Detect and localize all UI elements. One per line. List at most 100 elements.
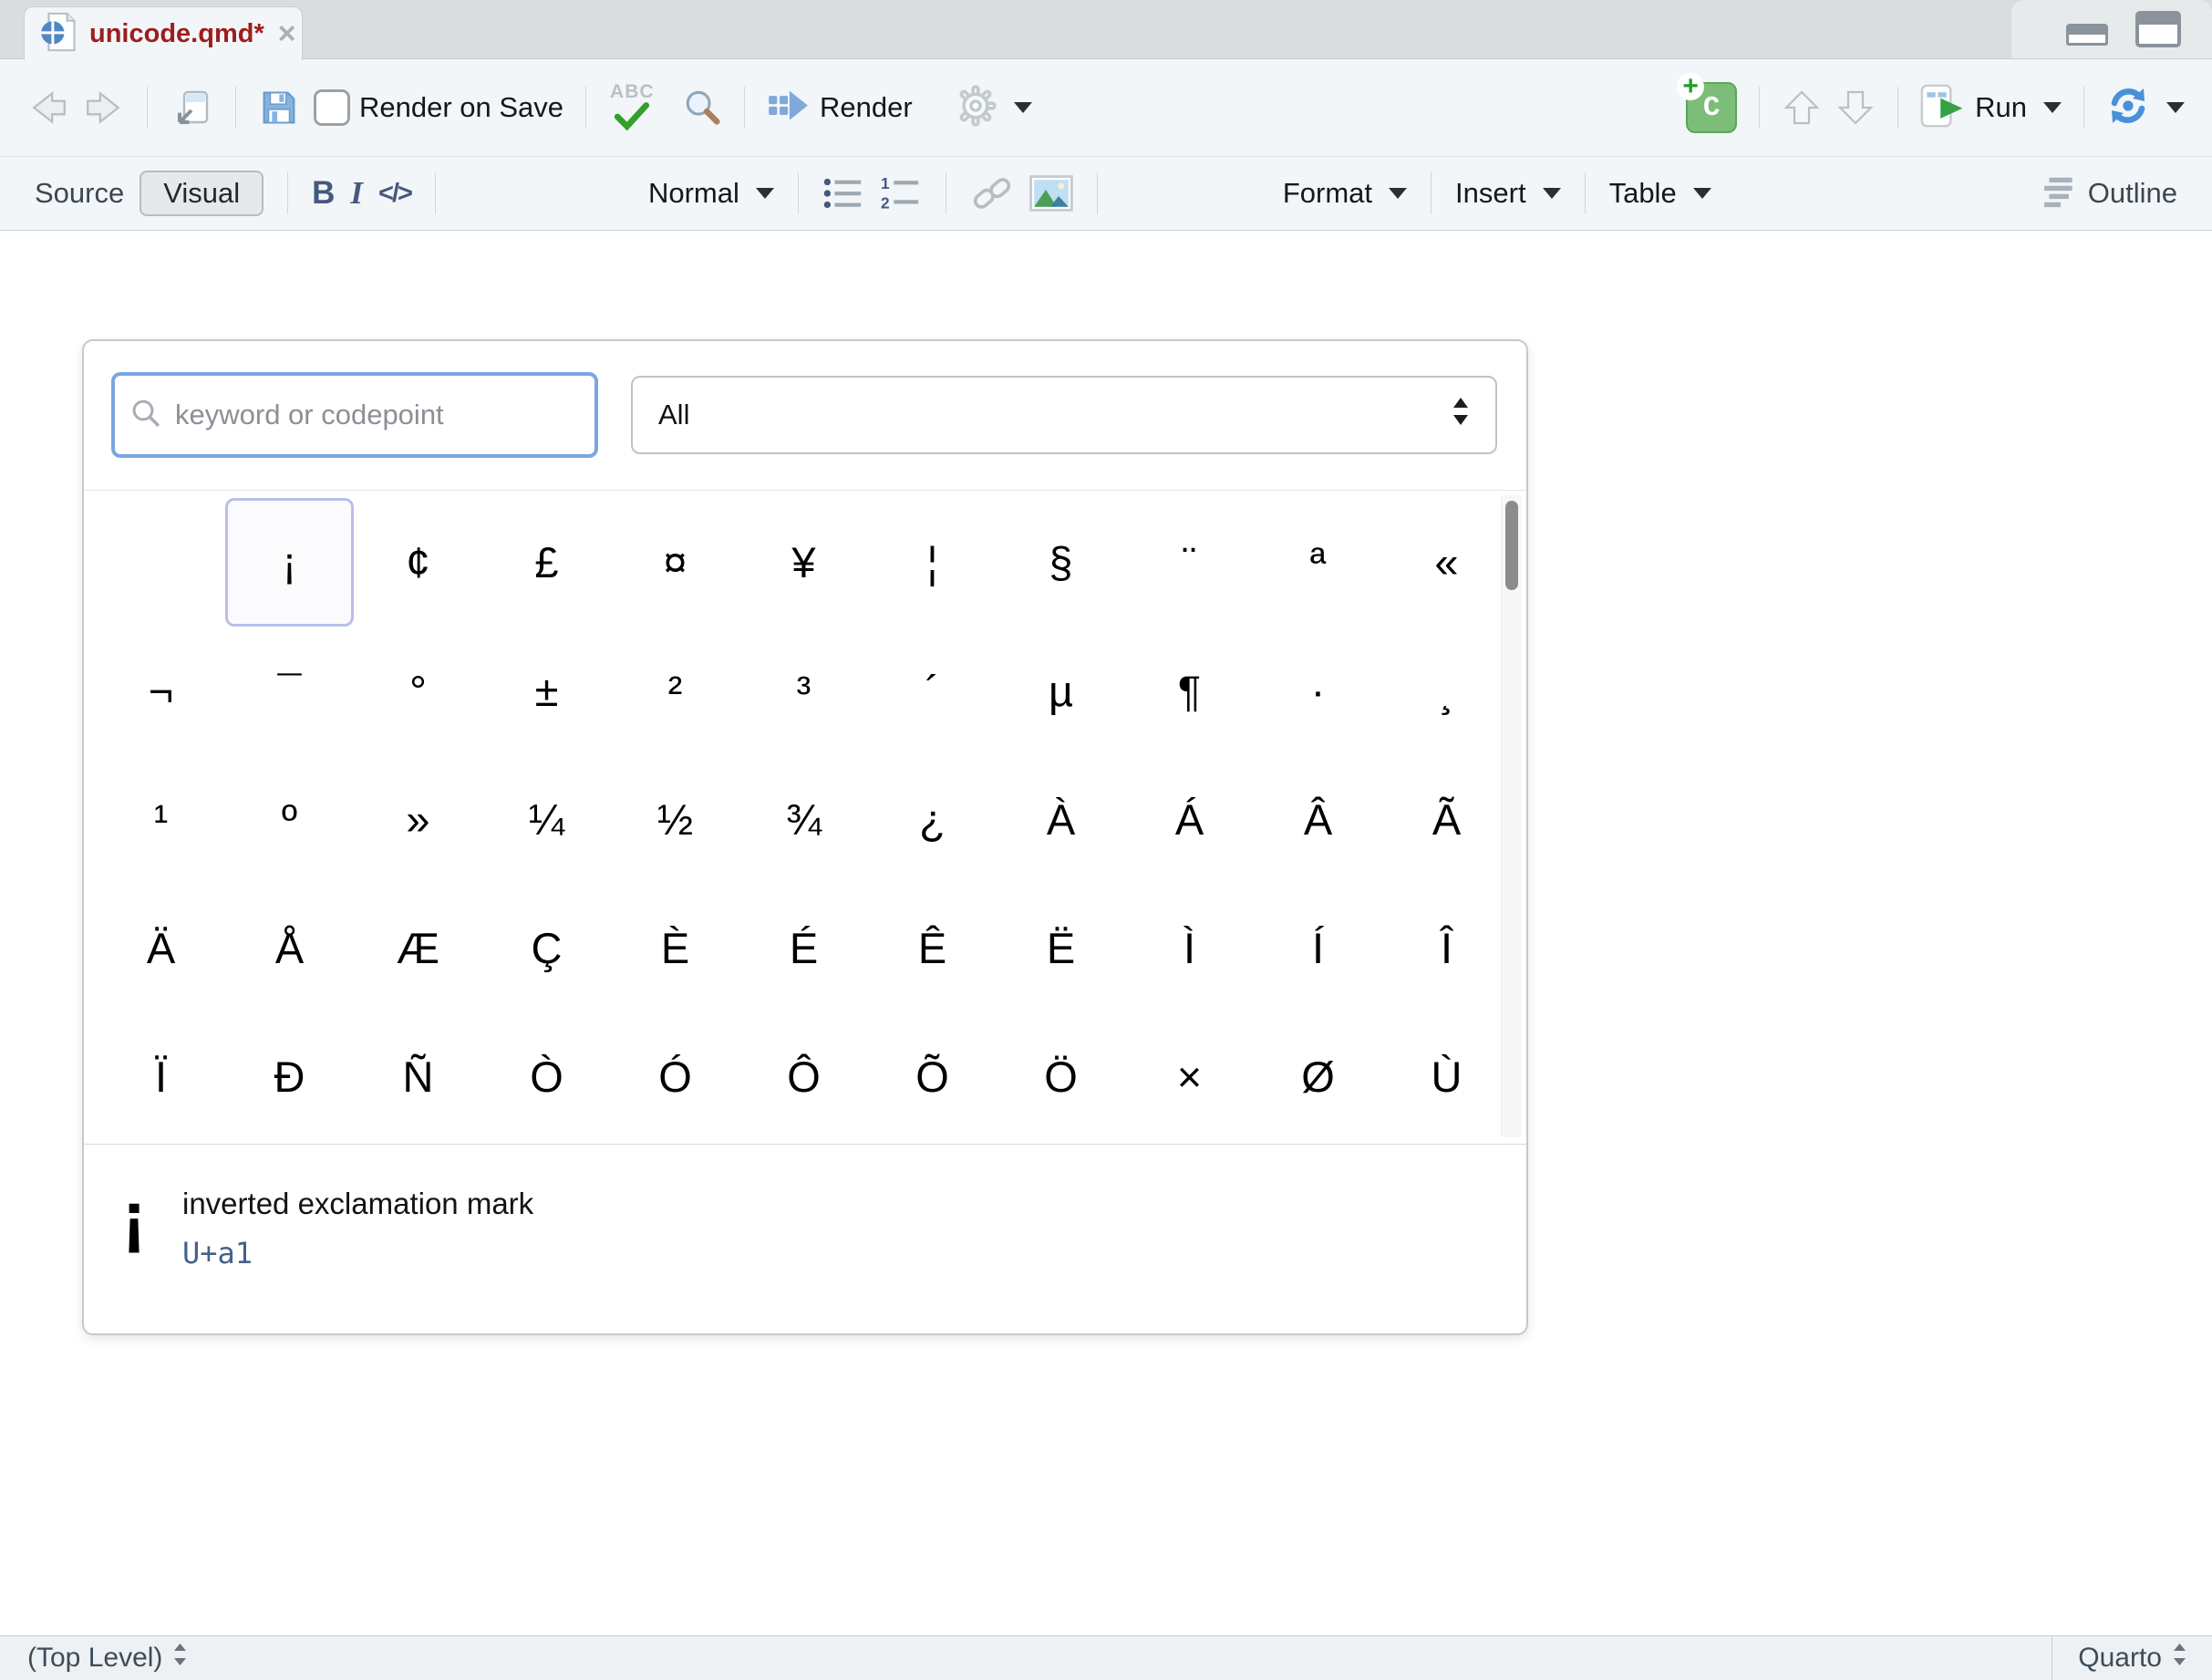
symbol-cell[interactable]: ¾ bbox=[739, 755, 868, 884]
symbol-cell[interactable]: » bbox=[354, 755, 482, 884]
symbol-cell[interactable]: ¶ bbox=[1125, 627, 1254, 755]
preview-codepoint: U+a1 bbox=[182, 1236, 253, 1270]
outline-scope-selector[interactable]: (Top Level) bbox=[0, 1643, 2052, 1674]
numbered-list-icon[interactable]: 1 2 bbox=[880, 174, 922, 213]
symbol-cell[interactable]: Ñ bbox=[354, 1012, 482, 1141]
symbol-cell[interactable]: ¢ bbox=[354, 498, 482, 627]
symbol-cell[interactable]: ° bbox=[354, 627, 482, 755]
symbol-cell[interactable]: ¼ bbox=[482, 755, 611, 884]
bullet-list-icon[interactable] bbox=[822, 174, 864, 213]
symbol-search-field[interactable] bbox=[111, 372, 598, 458]
symbol-cell[interactable]: Ï bbox=[97, 1012, 225, 1141]
editor-tab[interactable]: unicode.qmd* × bbox=[24, 6, 303, 60]
source-mode-button[interactable]: Source bbox=[35, 177, 124, 210]
symbol-cell[interactable]: × bbox=[1125, 1012, 1254, 1141]
paragraph-style-dropdown[interactable]: Normal bbox=[648, 177, 774, 210]
symbol-cell[interactable]: Ã bbox=[1382, 755, 1511, 884]
symbol-cell[interactable]: Ø bbox=[1254, 1012, 1382, 1141]
format-menu[interactable]: Format bbox=[1283, 177, 1407, 210]
table-menu[interactable]: Table bbox=[1609, 177, 1711, 210]
symbol-cell[interactable]: Í bbox=[1254, 884, 1382, 1012]
symbol-cell[interactable]: Õ bbox=[868, 1012, 997, 1141]
image-icon[interactable] bbox=[1029, 174, 1073, 213]
italic-button[interactable]: I bbox=[350, 175, 363, 212]
symbol-cell[interactable]: Ó bbox=[611, 1012, 739, 1141]
symbol-cell[interactable]: Å bbox=[225, 884, 354, 1012]
symbol-cell[interactable]: À bbox=[997, 755, 1125, 884]
minimize-pane-icon[interactable] bbox=[2066, 24, 2108, 47]
symbol-cell[interactable]: · bbox=[1254, 627, 1382, 755]
symbol-cell[interactable]: ¿ bbox=[868, 755, 997, 884]
save-icon[interactable] bbox=[258, 87, 300, 129]
document-format-selector[interactable]: Quarto bbox=[2052, 1636, 2212, 1680]
forward-arrow-icon[interactable] bbox=[83, 88, 125, 127]
grid-scrollbar-thumb[interactable] bbox=[1505, 501, 1518, 590]
grid-scrollbar[interactable] bbox=[1501, 495, 1522, 1137]
symbol-cell[interactable]: ½ bbox=[611, 755, 739, 884]
outline-toggle[interactable]: Outline bbox=[2042, 175, 2177, 213]
render-on-save-checkbox[interactable] bbox=[314, 89, 350, 126]
symbol-cell[interactable]: Â bbox=[1254, 755, 1382, 884]
code-button[interactable]: </> bbox=[378, 179, 411, 209]
symbol-cell[interactable] bbox=[97, 498, 225, 627]
insert-menu-label: Insert bbox=[1455, 177, 1526, 210]
symbol-cell[interactable]: « bbox=[1382, 498, 1511, 627]
symbol-cell[interactable]: ¤ bbox=[611, 498, 739, 627]
back-arrow-icon[interactable] bbox=[27, 88, 69, 127]
insert-menu[interactable]: Insert bbox=[1455, 177, 1561, 210]
symbol-cell[interactable]: ª bbox=[1254, 498, 1382, 627]
editor-canvas[interactable]: All ¡¢£¤¥¦§¨ª« ¬¯°±²³´µ¶·¸ ¹º»¼½¾¿ÀÁÂÃ ÄÅÆÇ… bbox=[0, 231, 2212, 1636]
symbol-cell[interactable]: ¨ bbox=[1125, 498, 1254, 627]
symbol-cell[interactable]: ¬ bbox=[97, 627, 225, 755]
rerun-button[interactable] bbox=[2106, 84, 2185, 132]
symbol-cell[interactable]: Á bbox=[1125, 755, 1254, 884]
render-settings-button[interactable] bbox=[954, 84, 1032, 132]
symbol-cell[interactable]: Ö bbox=[997, 1012, 1125, 1141]
symbol-cell[interactable]: ¦ bbox=[868, 498, 997, 627]
visual-mode-button[interactable]: Visual bbox=[140, 171, 264, 216]
symbol-cell[interactable]: Ê bbox=[868, 884, 997, 1012]
symbol-cell[interactable]: Î bbox=[1382, 884, 1511, 1012]
symbol-cell[interactable]: Ì bbox=[1125, 884, 1254, 1012]
link-icon[interactable] bbox=[970, 172, 1014, 214]
next-chunk-icon[interactable] bbox=[1835, 87, 1876, 129]
render-on-save-control[interactable]: Render on Save bbox=[314, 89, 563, 126]
bold-button[interactable]: B bbox=[312, 175, 335, 212]
search-document-icon[interactable] bbox=[680, 87, 722, 129]
symbol-cell[interactable]: Æ bbox=[354, 884, 482, 1012]
symbol-cell[interactable]: ± bbox=[482, 627, 611, 755]
symbol-search-input[interactable] bbox=[173, 398, 580, 432]
symbol-cell[interactable]: ² bbox=[611, 627, 739, 755]
symbol-cell[interactable]: ¡ bbox=[225, 498, 354, 627]
maximize-pane-icon[interactable] bbox=[2135, 11, 2181, 47]
open-in-new-window-icon[interactable] bbox=[170, 86, 213, 130]
symbol-cell[interactable]: ¥ bbox=[739, 498, 868, 627]
symbol-category-value: All bbox=[658, 399, 689, 431]
pane-controls bbox=[2011, 0, 2212, 58]
symbol-cell[interactable]: È bbox=[611, 884, 739, 1012]
symbol-cell[interactable]: Ò bbox=[482, 1012, 611, 1141]
render-button[interactable]: Render bbox=[767, 88, 913, 129]
symbol-cell[interactable]: Ä bbox=[97, 884, 225, 1012]
symbol-cell[interactable]: Ô bbox=[739, 1012, 868, 1141]
insert-code-chunk-icon[interactable]: C+ bbox=[1686, 82, 1737, 133]
symbol-cell[interactable]: ³ bbox=[739, 627, 868, 755]
symbol-cell[interactable]: É bbox=[739, 884, 868, 1012]
symbol-cell[interactable]: £ bbox=[482, 498, 611, 627]
symbol-cell[interactable]: ´ bbox=[868, 627, 997, 755]
symbol-cell[interactable]: µ bbox=[997, 627, 1125, 755]
symbol-cell[interactable]: Ç bbox=[482, 884, 611, 1012]
symbol-cell[interactable]: ¯ bbox=[225, 627, 354, 755]
symbol-cell[interactable]: Ù bbox=[1382, 1012, 1511, 1141]
spellcheck-icon[interactable]: ABC bbox=[608, 81, 667, 134]
symbol-cell[interactable]: ¹ bbox=[97, 755, 225, 884]
symbol-cell[interactable]: Ë bbox=[997, 884, 1125, 1012]
close-tab-icon[interactable]: × bbox=[278, 18, 296, 49]
previous-chunk-icon[interactable] bbox=[1782, 87, 1822, 129]
symbol-cell[interactable]: ¸ bbox=[1382, 627, 1511, 755]
symbol-cell[interactable]: Ð bbox=[225, 1012, 354, 1141]
run-button[interactable]: Run bbox=[1920, 83, 2062, 133]
symbol-cell[interactable]: § bbox=[997, 498, 1125, 627]
symbol-cell[interactable]: º bbox=[225, 755, 354, 884]
symbol-category-select[interactable]: All bbox=[631, 376, 1497, 454]
